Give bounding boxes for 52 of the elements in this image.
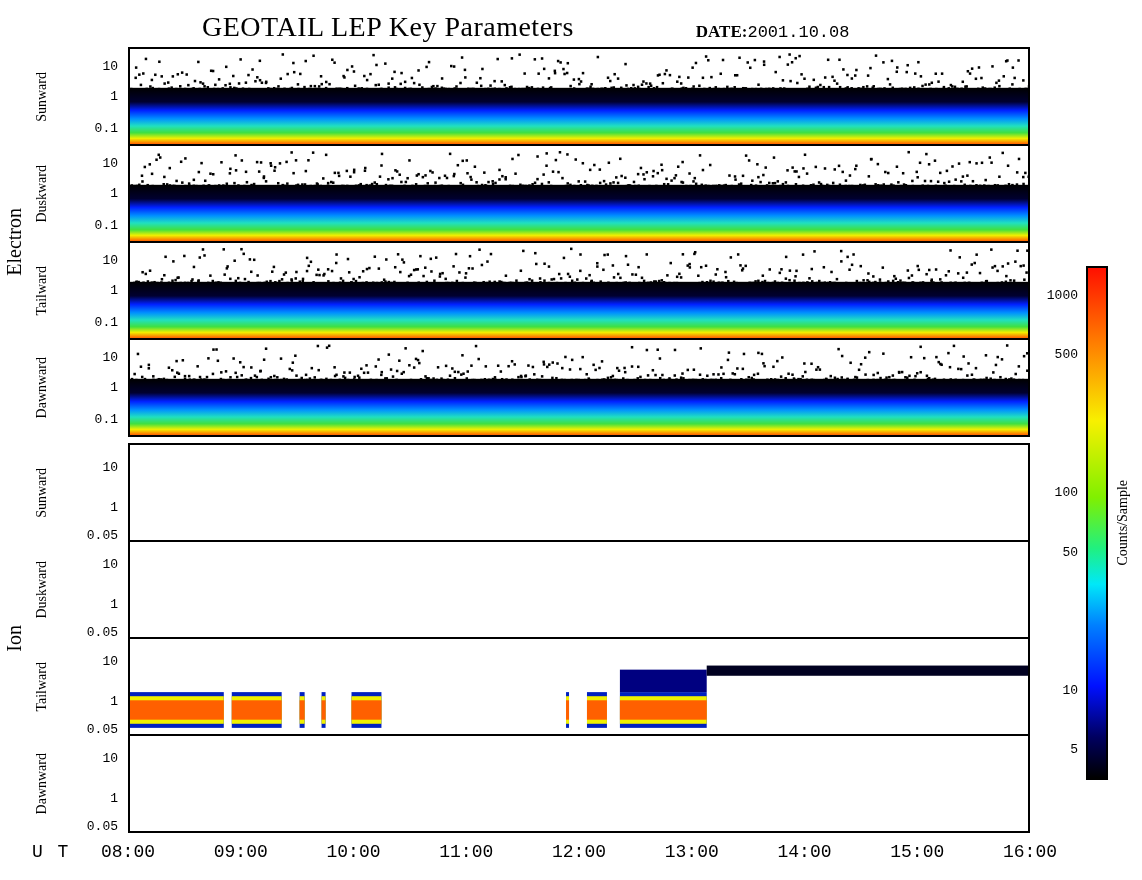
axis-tick-label: 0.1 [94, 316, 118, 331]
panel-label: Tailward [34, 661, 50, 712]
axis-tick-label: 10 [102, 558, 118, 573]
time-tick-label: 15:00 [890, 842, 945, 862]
axis-tick-label: 1 [110, 501, 118, 515]
axis-tick-label: 10 [102, 752, 118, 767]
panel-label: Dawnward [34, 752, 50, 815]
axis-tick-label: 10 [102, 461, 118, 476]
time-tick-label: 14:00 [777, 842, 832, 862]
time-tick-label: 13:00 [664, 842, 719, 862]
panel-label: Sunward [34, 467, 50, 518]
axis-tick-label: 1 [110, 90, 118, 105]
colorbar-tick-label: 10 [1062, 682, 1078, 698]
axis-tick-label: 1 [110, 187, 118, 202]
axis-tick-label: 10 [102, 60, 118, 75]
axis-tick-label: 0.05 [86, 820, 118, 835]
panel-label: Duskward [34, 164, 50, 223]
axis-tick-label: 0.1 [94, 122, 118, 137]
group-label: Ion [2, 624, 26, 652]
panel-label: Duskward [34, 560, 50, 619]
axis-tick-label: 0.1 [94, 413, 118, 428]
axis-tick-label: 10 [102, 655, 118, 670]
group-label: Electron [2, 208, 26, 276]
axis-tick-label: 0.05 [86, 626, 118, 641]
time-tick-label: 08:00 [101, 842, 155, 862]
time-tick-label: 10:00 [326, 842, 381, 862]
axis-tick-label: 1 [110, 695, 118, 709]
time-tick-label: 09:00 [213, 842, 268, 862]
time-tick-label: 12:00 [552, 842, 606, 862]
axis-tick-label: 10 [102, 157, 118, 172]
date-label: DATE:2001.10.08 [695, 22, 850, 42]
axis-tick-label: 1 [110, 284, 118, 299]
colorbar-tick-label: 5 [1070, 741, 1078, 757]
axis-tick-label: 1 [110, 792, 118, 806]
plot-title: GEOTAIL LEP Key Parameters [202, 12, 574, 42]
colorbar-tick-label: 50 [1062, 544, 1078, 560]
panel-label: Dawnward [34, 356, 50, 419]
axis-tick-label: 0.1 [94, 219, 118, 234]
colorbar-tick-label: 1000 [1046, 287, 1078, 303]
axis-tick-label: 1 [110, 381, 118, 396]
colorbar-tick-label: 500 [1054, 346, 1078, 362]
colorbar-tick-label: 100 [1054, 484, 1078, 500]
axis-tick-label: 1 [110, 598, 118, 612]
axis-tick-label: 10 [102, 351, 118, 366]
time-tick-label: 16:00 [1003, 842, 1057, 862]
axis-tick-label: 0.05 [86, 529, 118, 544]
axis-tick-label: 10 [102, 254, 118, 269]
panel-label: Tailward [34, 265, 50, 316]
axis-tick-label: 0.05 [86, 723, 118, 738]
colorbar-label: Counts/Sample [1115, 480, 1131, 566]
panel-label: Sunward [34, 71, 50, 122]
time-tick-label: 11:00 [439, 842, 494, 862]
